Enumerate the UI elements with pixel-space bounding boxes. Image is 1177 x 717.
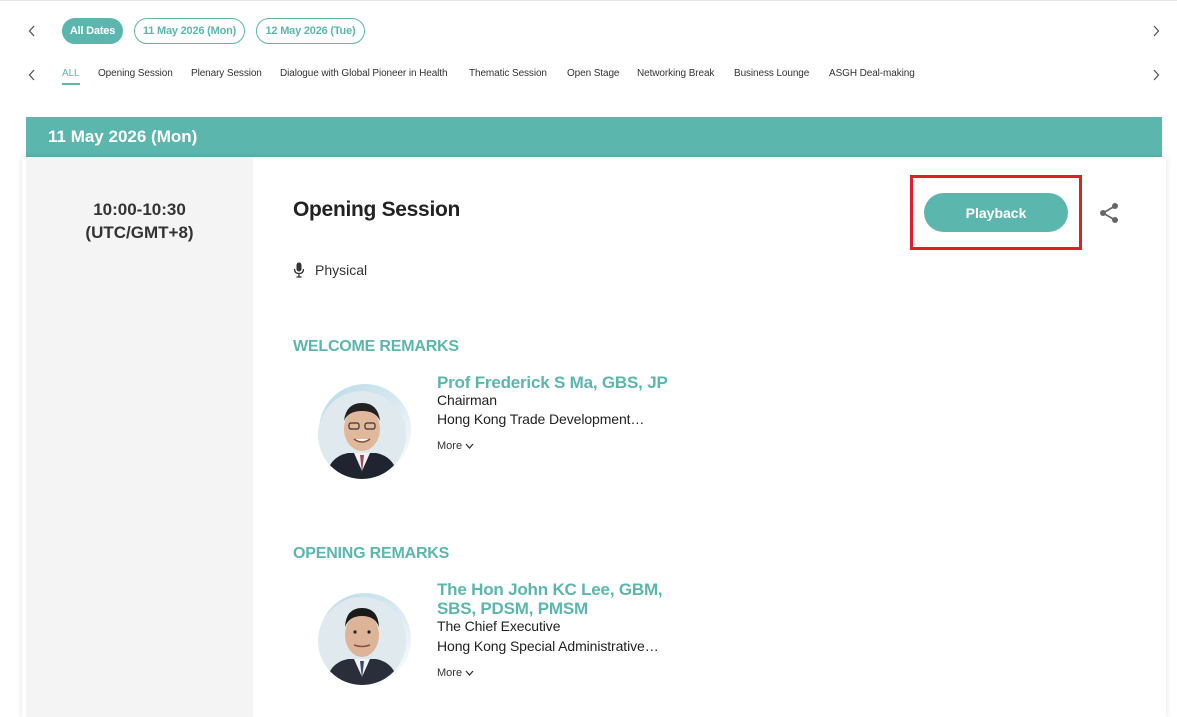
more-label: More (437, 667, 463, 679)
speaker-name-continued[interactable]: SBS, PDSM, PMSM (437, 599, 588, 618)
top-divider (0, 0, 1177, 1)
category-next-arrow-icon[interactable] (1149, 68, 1163, 82)
section-heading-opening: OPENING REMARKS (293, 545, 450, 562)
tab-business-lounge[interactable]: Business Lounge (734, 68, 809, 79)
speaker-name[interactable]: The Hon John KC Lee, GBM, (437, 580, 663, 599)
speaker-name[interactable]: Prof Frederick S Ma, GBS, JP (437, 373, 668, 392)
category-prev-arrow-icon[interactable] (25, 68, 39, 82)
date-filter-12-may[interactable]: 12 May 2026 (Tue) (256, 18, 365, 44)
session-format: Physical (315, 262, 368, 278)
date-next-arrow-icon[interactable] (1149, 24, 1163, 38)
speaker-role: The Chief Executive (437, 618, 561, 634)
chevron-down-icon (465, 670, 474, 676)
tab-open-stage[interactable]: Open Stage (567, 68, 619, 79)
speaker-more-button[interactable]: More (437, 667, 474, 679)
date-prev-arrow-icon[interactable] (25, 24, 39, 38)
more-label: More (437, 440, 463, 452)
speaker-avatar (313, 591, 413, 691)
tab-all[interactable]: ALL (62, 68, 80, 79)
speaker-more-button[interactable]: More (437, 440, 474, 452)
speaker-avatar (313, 382, 413, 482)
speaker-organization: Hong Kong Trade Development… (437, 411, 645, 427)
chevron-down-icon (465, 443, 474, 449)
tab-opening-session[interactable]: Opening Session (98, 68, 173, 79)
tab-networking-break[interactable]: Networking Break (637, 68, 714, 79)
session-time: 10:00-10:30 (93, 200, 186, 219)
tab-asgh-deal-making[interactable]: ASGH Deal-making (829, 68, 915, 79)
session-timezone: (UTC/GMT+8) (85, 223, 194, 242)
active-tab-indicator (62, 83, 80, 85)
day-header-label: 11 May 2026 (Mon) (48, 127, 198, 146)
tab-thematic-session[interactable]: Thematic Session (469, 68, 547, 79)
playback-button[interactable]: Playback (924, 193, 1068, 232)
tab-dialogue-global-pioneer[interactable]: Dialogue with Global Pioneer in Health (280, 68, 448, 79)
date-filter-11-may[interactable]: 11 May 2026 (Mon) (134, 18, 245, 44)
session-time-column: 10:00-10:30 (UTC/GMT+8) (26, 157, 253, 717)
share-icon[interactable] (1098, 202, 1120, 224)
section-heading-welcome: WELCOME REMARKS (293, 338, 459, 355)
speaker-organization: Hong Kong Special Administrative… (437, 638, 659, 654)
date-filter-all[interactable]: All Dates (62, 18, 123, 44)
session-title: Opening Session (293, 198, 461, 221)
microphone-icon (293, 262, 305, 278)
day-header: 11 May 2026 (Mon) (26, 117, 1162, 157)
tab-plenary-session[interactable]: Plenary Session (191, 68, 262, 79)
speaker-role: Chairman (437, 392, 497, 408)
